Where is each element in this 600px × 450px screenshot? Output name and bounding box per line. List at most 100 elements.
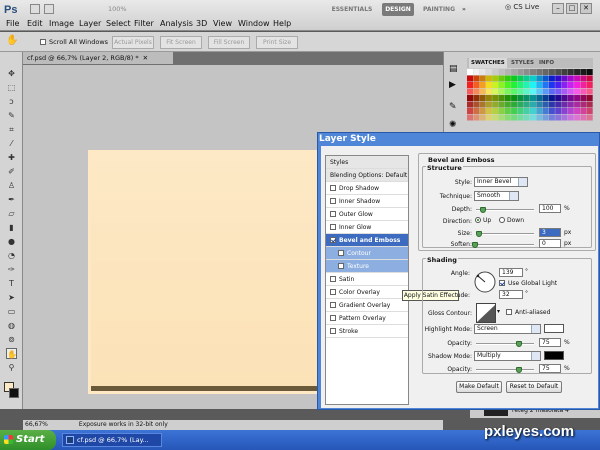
swatch[interactable]: [517, 82, 524, 88]
swatch[interactable]: [523, 75, 530, 82]
swatches-grid[interactable]: [467, 69, 593, 123]
swatch[interactable]: [561, 75, 568, 82]
swatch[interactable]: [492, 75, 499, 82]
swatch[interactable]: [467, 88, 473, 95]
direction-up-option[interactable]: Up: [475, 217, 491, 224]
swatch[interactable]: [504, 75, 511, 82]
menu-layer[interactable]: Layer: [79, 19, 101, 28]
swatch[interactable]: [467, 82, 473, 88]
pattern-overlay-checkbox[interactable]: [330, 315, 336, 321]
swatch[interactable]: [530, 88, 536, 95]
swatch[interactable]: [473, 101, 480, 108]
swatch[interactable]: [473, 69, 480, 75]
soften-slider[interactable]: [476, 244, 534, 246]
altitude-input[interactable]: 32: [499, 290, 523, 299]
swatch[interactable]: [511, 88, 518, 95]
fit-screen-button[interactable]: Fit Screen: [160, 36, 202, 49]
swatch[interactable]: [504, 82, 511, 88]
swatch[interactable]: [511, 101, 518, 108]
swatch[interactable]: [561, 82, 568, 88]
swatch[interactable]: [586, 75, 593, 82]
actual-pixels-button[interactable]: Actual Pixels: [112, 36, 154, 49]
size-slider[interactable]: [476, 233, 534, 235]
style-dropdown[interactable]: Inner Bevel: [474, 177, 528, 187]
swatch[interactable]: [504, 108, 511, 114]
swatch[interactable]: [530, 69, 536, 75]
zoom-level[interactable]: 100%: [108, 5, 127, 13]
swatch[interactable]: [574, 108, 581, 114]
technique-dropdown[interactable]: Smooth: [474, 191, 519, 201]
shadow-opacity-handle[interactable]: [516, 367, 522, 373]
menu-file[interactable]: File: [6, 19, 19, 28]
shadow-mode-dropdown[interactable]: Multiply: [474, 351, 541, 361]
style-item-outer-glow[interactable]: Outer Glow: [326, 208, 408, 221]
swatch[interactable]: [467, 114, 473, 121]
swatch[interactable]: [548, 69, 555, 75]
swatch[interactable]: [567, 69, 574, 75]
highlight-mode-dropdown[interactable]: Screen: [474, 324, 541, 334]
swatch[interactable]: [586, 88, 593, 95]
swatch[interactable]: [485, 108, 492, 114]
stroke-checkbox[interactable]: [330, 328, 336, 334]
soften-input[interactable]: 0: [539, 239, 561, 248]
shadow-opacity-input[interactable]: 75: [539, 364, 561, 373]
highlight-opacity-input[interactable]: 75: [539, 338, 561, 347]
swatch[interactable]: [574, 69, 581, 75]
make-default-button[interactable]: Make Default: [456, 381, 502, 393]
brush-panel-icon[interactable]: ✎: [449, 102, 457, 112]
document-tab[interactable]: cf.psd @ 66,7% (Layer 2, RGB/8) * ✕: [23, 52, 173, 64]
crop-tool-icon[interactable]: ⌗: [6, 124, 17, 135]
swatch[interactable]: [523, 82, 530, 88]
swatch[interactable]: [511, 95, 518, 101]
swatch[interactable]: [561, 101, 568, 108]
swatch[interactable]: [479, 114, 486, 121]
contour-checkbox[interactable]: [338, 250, 344, 256]
swatch[interactable]: [574, 95, 581, 101]
more-workspaces-icon[interactable]: »: [458, 3, 470, 16]
highlight-color-swatch[interactable]: [544, 324, 564, 333]
workspace-essentials[interactable]: ESSENTIALS: [330, 3, 374, 16]
minimize-button[interactable]: –: [552, 3, 564, 14]
shadow-color-swatch[interactable]: [544, 351, 564, 360]
swatch[interactable]: [536, 88, 543, 95]
swatch[interactable]: [492, 101, 499, 108]
anti-aliased-option[interactable]: Anti-aliased: [506, 309, 550, 316]
swatch[interactable]: [561, 95, 568, 101]
inner-shadow-checkbox[interactable]: [330, 198, 336, 204]
swatch[interactable]: [485, 82, 492, 88]
swatch[interactable]: [498, 108, 505, 114]
swatch[interactable]: [498, 82, 505, 88]
swatch[interactable]: [473, 108, 480, 114]
swatch[interactable]: [542, 75, 549, 82]
menu-window[interactable]: Window: [238, 19, 270, 28]
swatch[interactable]: [561, 114, 568, 121]
swatch[interactable]: [530, 75, 536, 82]
swatch[interactable]: [542, 88, 549, 95]
swatch[interactable]: [574, 114, 581, 121]
swatch[interactable]: [517, 75, 524, 82]
swatch[interactable]: [485, 69, 492, 75]
swatch[interactable]: [542, 69, 549, 75]
fill-screen-button[interactable]: Fill Screen: [208, 36, 250, 49]
swatch[interactable]: [530, 108, 536, 114]
swatch[interactable]: [504, 95, 511, 101]
swatch[interactable]: [517, 95, 524, 101]
marquee-tool-icon[interactable]: ⬚: [6, 82, 17, 93]
tab-info[interactable]: INFO: [539, 58, 554, 68]
swatch[interactable]: [536, 69, 543, 75]
swatch[interactable]: [504, 88, 511, 95]
swatch[interactable]: [548, 75, 555, 82]
taskbar-photoshop-item[interactable]: cf.psd @ 66,7% (Lay...: [62, 433, 162, 447]
style-item-pattern-overlay[interactable]: Pattern Overlay: [326, 312, 408, 325]
swatch[interactable]: [479, 101, 486, 108]
swatch[interactable]: [492, 95, 499, 101]
minibridge-icon[interactable]: [44, 4, 54, 14]
history-brush-tool-icon[interactable]: ✒: [6, 194, 17, 205]
shadow-opacity-slider[interactable]: [476, 369, 534, 371]
pen-tool-icon[interactable]: ✑: [6, 264, 17, 275]
tab-swatches[interactable]: SWATCHES: [469, 58, 507, 68]
swatch[interactable]: [586, 101, 593, 108]
swatch[interactable]: [580, 69, 587, 75]
dodge-tool-icon[interactable]: ◔: [6, 250, 17, 261]
swatch[interactable]: [485, 95, 492, 101]
